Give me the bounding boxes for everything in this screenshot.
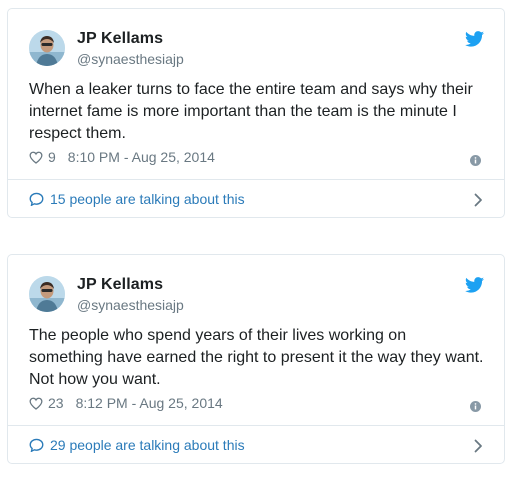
twitter-bird-icon[interactable] (465, 277, 484, 293)
tweet-header: JP Kellams @synaesthesiajp (8, 255, 504, 315)
author-handle[interactable]: @synaesthesiajp (77, 297, 184, 313)
info-icon[interactable] (470, 153, 481, 166)
tweet-meta: 23 8:12 PM - Aug 25, 2014 (29, 395, 223, 411)
tweet-card: JP Kellams @synaesthesiajp When a leaker… (7, 8, 505, 218)
chevron-right-icon[interactable] (474, 439, 483, 453)
like-count[interactable]: 9 (48, 149, 56, 165)
tweet-meta: 9 8:10 PM - Aug 25, 2014 (29, 149, 215, 165)
author-handle[interactable]: @synaesthesiajp (77, 51, 184, 67)
chevron-right-icon[interactable] (474, 193, 483, 207)
avatar[interactable] (29, 30, 65, 66)
speech-bubble-icon (29, 438, 44, 452)
info-icon[interactable] (470, 399, 481, 412)
speech-bubble-icon (29, 192, 44, 206)
author-name[interactable]: JP Kellams (77, 30, 163, 48)
conversation-label: 29 people are talking about this (50, 437, 245, 453)
heart-icon[interactable] (29, 397, 43, 410)
conversation-link[interactable]: 15 people are talking about this (29, 191, 245, 207)
timestamp[interactable]: 8:12 PM - Aug 25, 2014 (76, 395, 223, 411)
author-name[interactable]: JP Kellams (77, 276, 163, 294)
tweet-text: When a leaker turns to face the entire t… (29, 81, 473, 142)
divider (8, 179, 504, 180)
tweet-card: JP Kellams @synaesthesiajp The people wh… (7, 254, 505, 464)
divider (8, 425, 504, 426)
conversation-label: 15 people are talking about this (50, 191, 245, 207)
conversation-link[interactable]: 29 people are talking about this (29, 437, 245, 453)
tweet-header: JP Kellams @synaesthesiajp (8, 9, 504, 69)
like-count[interactable]: 23 (48, 395, 64, 411)
heart-icon[interactable] (29, 151, 43, 164)
twitter-bird-icon[interactable] (465, 31, 484, 47)
avatar[interactable] (29, 276, 65, 312)
timestamp[interactable]: 8:10 PM - Aug 25, 2014 (68, 149, 215, 165)
tweet-text: The people who spend years of their live… (29, 327, 484, 388)
